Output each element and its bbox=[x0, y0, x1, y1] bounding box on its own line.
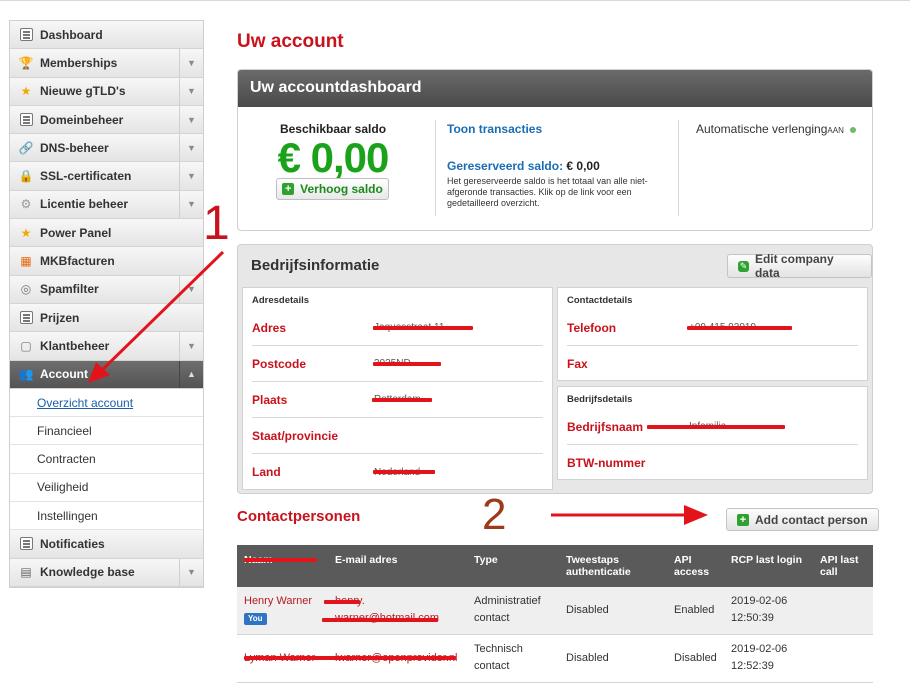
arrow-2-head bbox=[684, 505, 708, 525]
arrow-1-line bbox=[98, 250, 225, 374]
annotation-arrows bbox=[88, 250, 708, 525]
